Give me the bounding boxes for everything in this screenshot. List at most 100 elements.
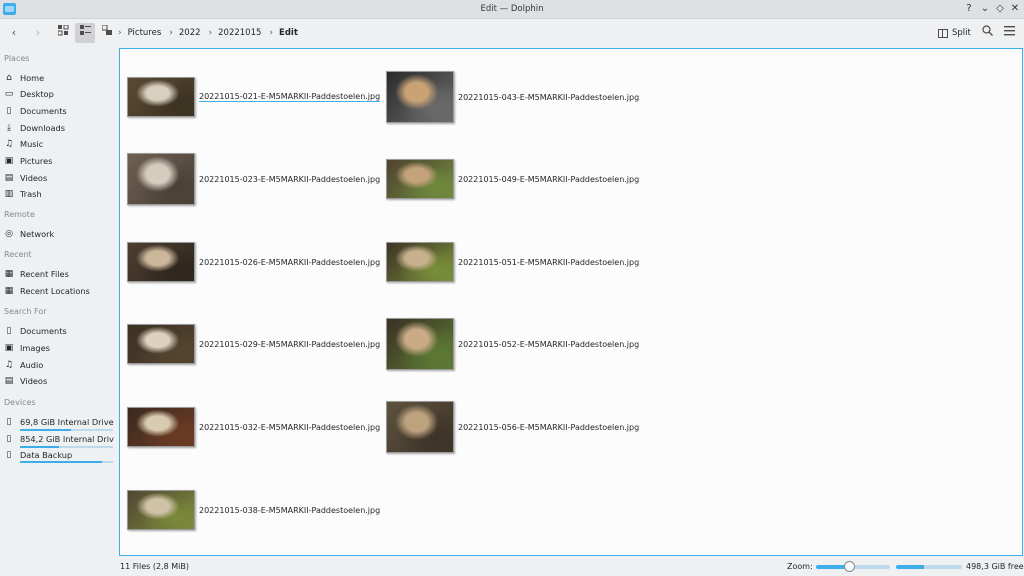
sidebar-item-music[interactable]: ♫ Music xyxy=(4,136,114,151)
sidebar-item-documents[interactable]: ▯ Documents xyxy=(4,103,114,118)
file-item[interactable]: 20221015-032-E-M5MARKII-Paddestoelen.jpg xyxy=(127,400,380,454)
file-name: 20221015-032-E-M5MARKII-Paddestoelen.jpg xyxy=(199,422,381,432)
details-view-icon[interactable] xyxy=(97,23,117,43)
free-space-bar xyxy=(896,565,962,569)
maximize-icon[interactable]: ◇ xyxy=(993,2,1007,16)
breadcrumb: › Pictures › 2022 › 20221015 › Edit xyxy=(118,26,306,40)
sidebar-item-recent-files[interactable]: ▦ Recent Files xyxy=(4,266,114,281)
file-view[interactable]: 20221015-021-E-M5MARKII-Paddestoelen.jpg… xyxy=(119,48,1023,556)
pictures-icon: ▣ xyxy=(4,155,14,166)
sidebar-item-label: Images xyxy=(20,342,50,353)
status-bar: 11 Files (2,8 MiB) Zoom: 498,3 GiB free xyxy=(0,558,1024,576)
file-name: 20221015-023-E-M5MARKII-Paddestoelen.jpg xyxy=(199,174,381,184)
file-item[interactable]: 20221015-052-E-M5MARKII-Paddestoelen.jpg xyxy=(386,317,639,371)
file-item[interactable]: 20221015-023-E-M5MARKII-Paddestoelen.jpg xyxy=(127,152,380,206)
file-item[interactable]: 20221015-043-E-M5MARKII-Paddestoelen.jpg xyxy=(386,70,639,124)
file-item[interactable]: 20221015-051-E-M5MARKII-Paddestoelen.jpg xyxy=(386,235,639,289)
back-button[interactable]: ‹ xyxy=(4,23,24,43)
sidebar-item-label: Network xyxy=(20,228,55,239)
file-name: 20221015-051-E-M5MARKII-Paddestoelen.jpg xyxy=(458,257,640,267)
videos-icon: ▤ xyxy=(4,172,14,183)
compact-view-icon[interactable] xyxy=(75,23,95,43)
image-thumbnail xyxy=(127,490,195,530)
image-thumbnail xyxy=(386,318,454,370)
sidebar-item-data-backup[interactable]: ▯ Data Backup xyxy=(4,447,114,462)
images-icon: ▣ xyxy=(4,342,14,353)
image-thumbnail xyxy=(127,153,195,205)
file-item[interactable]: 20221015-029-E-M5MARKII-Paddestoelen.jpg xyxy=(127,317,380,371)
section-search-for: Search For xyxy=(4,307,47,316)
breadcrumb-20221015[interactable]: 20221015 xyxy=(218,28,261,38)
sidebar-item-trash[interactable]: ▥ Trash xyxy=(4,186,114,201)
sidebar-item-network[interactable]: ◎ Network xyxy=(4,226,114,241)
zoom-slider[interactable] xyxy=(816,561,890,572)
free-space-label: 498,3 GiB free xyxy=(966,562,1024,571)
file-item[interactable]: 20221015-049-E-M5MARKII-Paddestoelen.jpg xyxy=(386,152,639,206)
sidebar-item-desktop[interactable]: ▭ Desktop xyxy=(4,86,114,101)
file-item[interactable]: 20221015-021-E-M5MARKII-Paddestoelen.jpg xyxy=(127,70,381,124)
sidebar-item-label: Home xyxy=(20,72,45,83)
file-name: 20221015-038-E-M5MARKII-Paddestoelen.jpg xyxy=(199,505,381,515)
sidebar-item-home[interactable]: ⌂ Home xyxy=(4,70,114,85)
free-space-fill xyxy=(896,565,924,569)
help-icon[interactable]: ? xyxy=(962,2,976,16)
sidebar-item-search-videos[interactable]: ▤ Videos xyxy=(4,373,114,388)
sidebar-item-label: Pictures xyxy=(20,155,53,166)
file-item[interactable]: 20221015-056-E-M5MARKII-Paddestoelen.jpg xyxy=(386,400,639,454)
documents-icon: ▯ xyxy=(6,105,12,116)
drive-icon: ▯ xyxy=(6,416,12,427)
forward-button[interactable]: › xyxy=(28,23,48,43)
image-thumbnail xyxy=(386,159,454,199)
sidebar-item-internal-drive-1[interactable]: ▯ 69,8 GiB Internal Drive xyxy=(4,414,114,429)
chevron-right-icon: › xyxy=(269,28,274,38)
section-recent: Recent xyxy=(4,250,32,259)
zoom-slider-handle[interactable] xyxy=(844,561,856,572)
sidebar-item-search-documents[interactable]: ▯ Documents xyxy=(4,323,114,338)
sidebar-item-videos[interactable]: ▤ Videos xyxy=(4,170,114,185)
videos-icon: ▤ xyxy=(4,375,14,386)
split-button[interactable]: Split xyxy=(938,26,971,40)
search-icon[interactable] xyxy=(977,23,997,43)
sidebar-item-label: Recent Locations xyxy=(20,285,90,296)
minimize-icon[interactable]: ⌄ xyxy=(978,2,992,16)
downloads-icon: ⤓ xyxy=(7,122,11,133)
breadcrumb-pictures[interactable]: Pictures xyxy=(128,28,162,38)
sidebar-item-internal-drive-2[interactable]: ▯ 854,2 GiB Internal Drive xyxy=(4,431,114,446)
sidebar-item-pictures[interactable]: ▣ Pictures xyxy=(4,153,114,168)
hamburger-menu-icon[interactable] xyxy=(999,23,1019,43)
image-thumbnail xyxy=(386,401,454,453)
sidebar-item-label: Videos xyxy=(20,172,48,183)
sidebar-item-label: Audio xyxy=(20,359,44,370)
breadcrumb-edit[interactable]: Edit xyxy=(279,28,298,38)
breadcrumb-2022[interactable]: 2022 xyxy=(179,28,201,38)
title-bar: Edit — Dolphin ? ⌄ ◇ ✕ xyxy=(0,0,1024,19)
image-thumbnail xyxy=(386,242,454,282)
sidebar-item-search-audio[interactable]: ♫ Audio xyxy=(4,357,114,372)
sidebar-item-label: Recent Files xyxy=(20,268,69,279)
window-title: Edit — Dolphin xyxy=(480,4,544,14)
file-name: 20221015-021-E-M5MARKII-Paddestoelen.jpg xyxy=(199,92,381,102)
trash-icon: ▥ xyxy=(4,188,14,199)
image-thumbnail xyxy=(127,77,195,117)
file-item[interactable]: 20221015-026-E-M5MARKII-Paddestoelen.jpg xyxy=(127,235,380,289)
file-name: 20221015-049-E-M5MARKII-Paddestoelen.jpg xyxy=(458,174,640,184)
image-thumbnail xyxy=(127,407,195,447)
sidebar-item-label: Music xyxy=(20,138,44,149)
file-name: 20221015-043-E-M5MARKII-Paddestoelen.jpg xyxy=(458,92,640,102)
image-thumbnail xyxy=(386,71,454,123)
sidebar-item-downloads[interactable]: ⤓ Downloads xyxy=(4,120,114,135)
file-name: 20221015-052-E-M5MARKII-Paddestoelen.jpg xyxy=(458,339,640,349)
sidebar-item-label: Data Backup xyxy=(20,449,73,460)
file-name: 20221015-029-E-M5MARKII-Paddestoelen.jpg xyxy=(199,339,381,349)
places-panel: Places ⌂ Home ▭ Desktop ▯ Documents ⤓ Downlo… xyxy=(0,47,117,558)
sidebar-item-label: Downloads xyxy=(20,122,65,133)
icons-view-icon[interactable] xyxy=(53,23,73,43)
sidebar-item-search-images[interactable]: ▣ Images xyxy=(4,340,114,355)
audio-icon: ♫ xyxy=(4,359,14,370)
home-icon: ⌂ xyxy=(6,72,12,83)
close-icon[interactable]: ✕ xyxy=(1008,2,1022,16)
sidebar-item-label: Documents xyxy=(20,325,67,336)
file-item[interactable]: 20221015-038-E-M5MARKII-Paddestoelen.jpg xyxy=(127,483,380,537)
sidebar-item-recent-locations[interactable]: ▦ Recent Locations xyxy=(4,283,114,298)
sidebar-item-label: Trash xyxy=(20,188,42,199)
